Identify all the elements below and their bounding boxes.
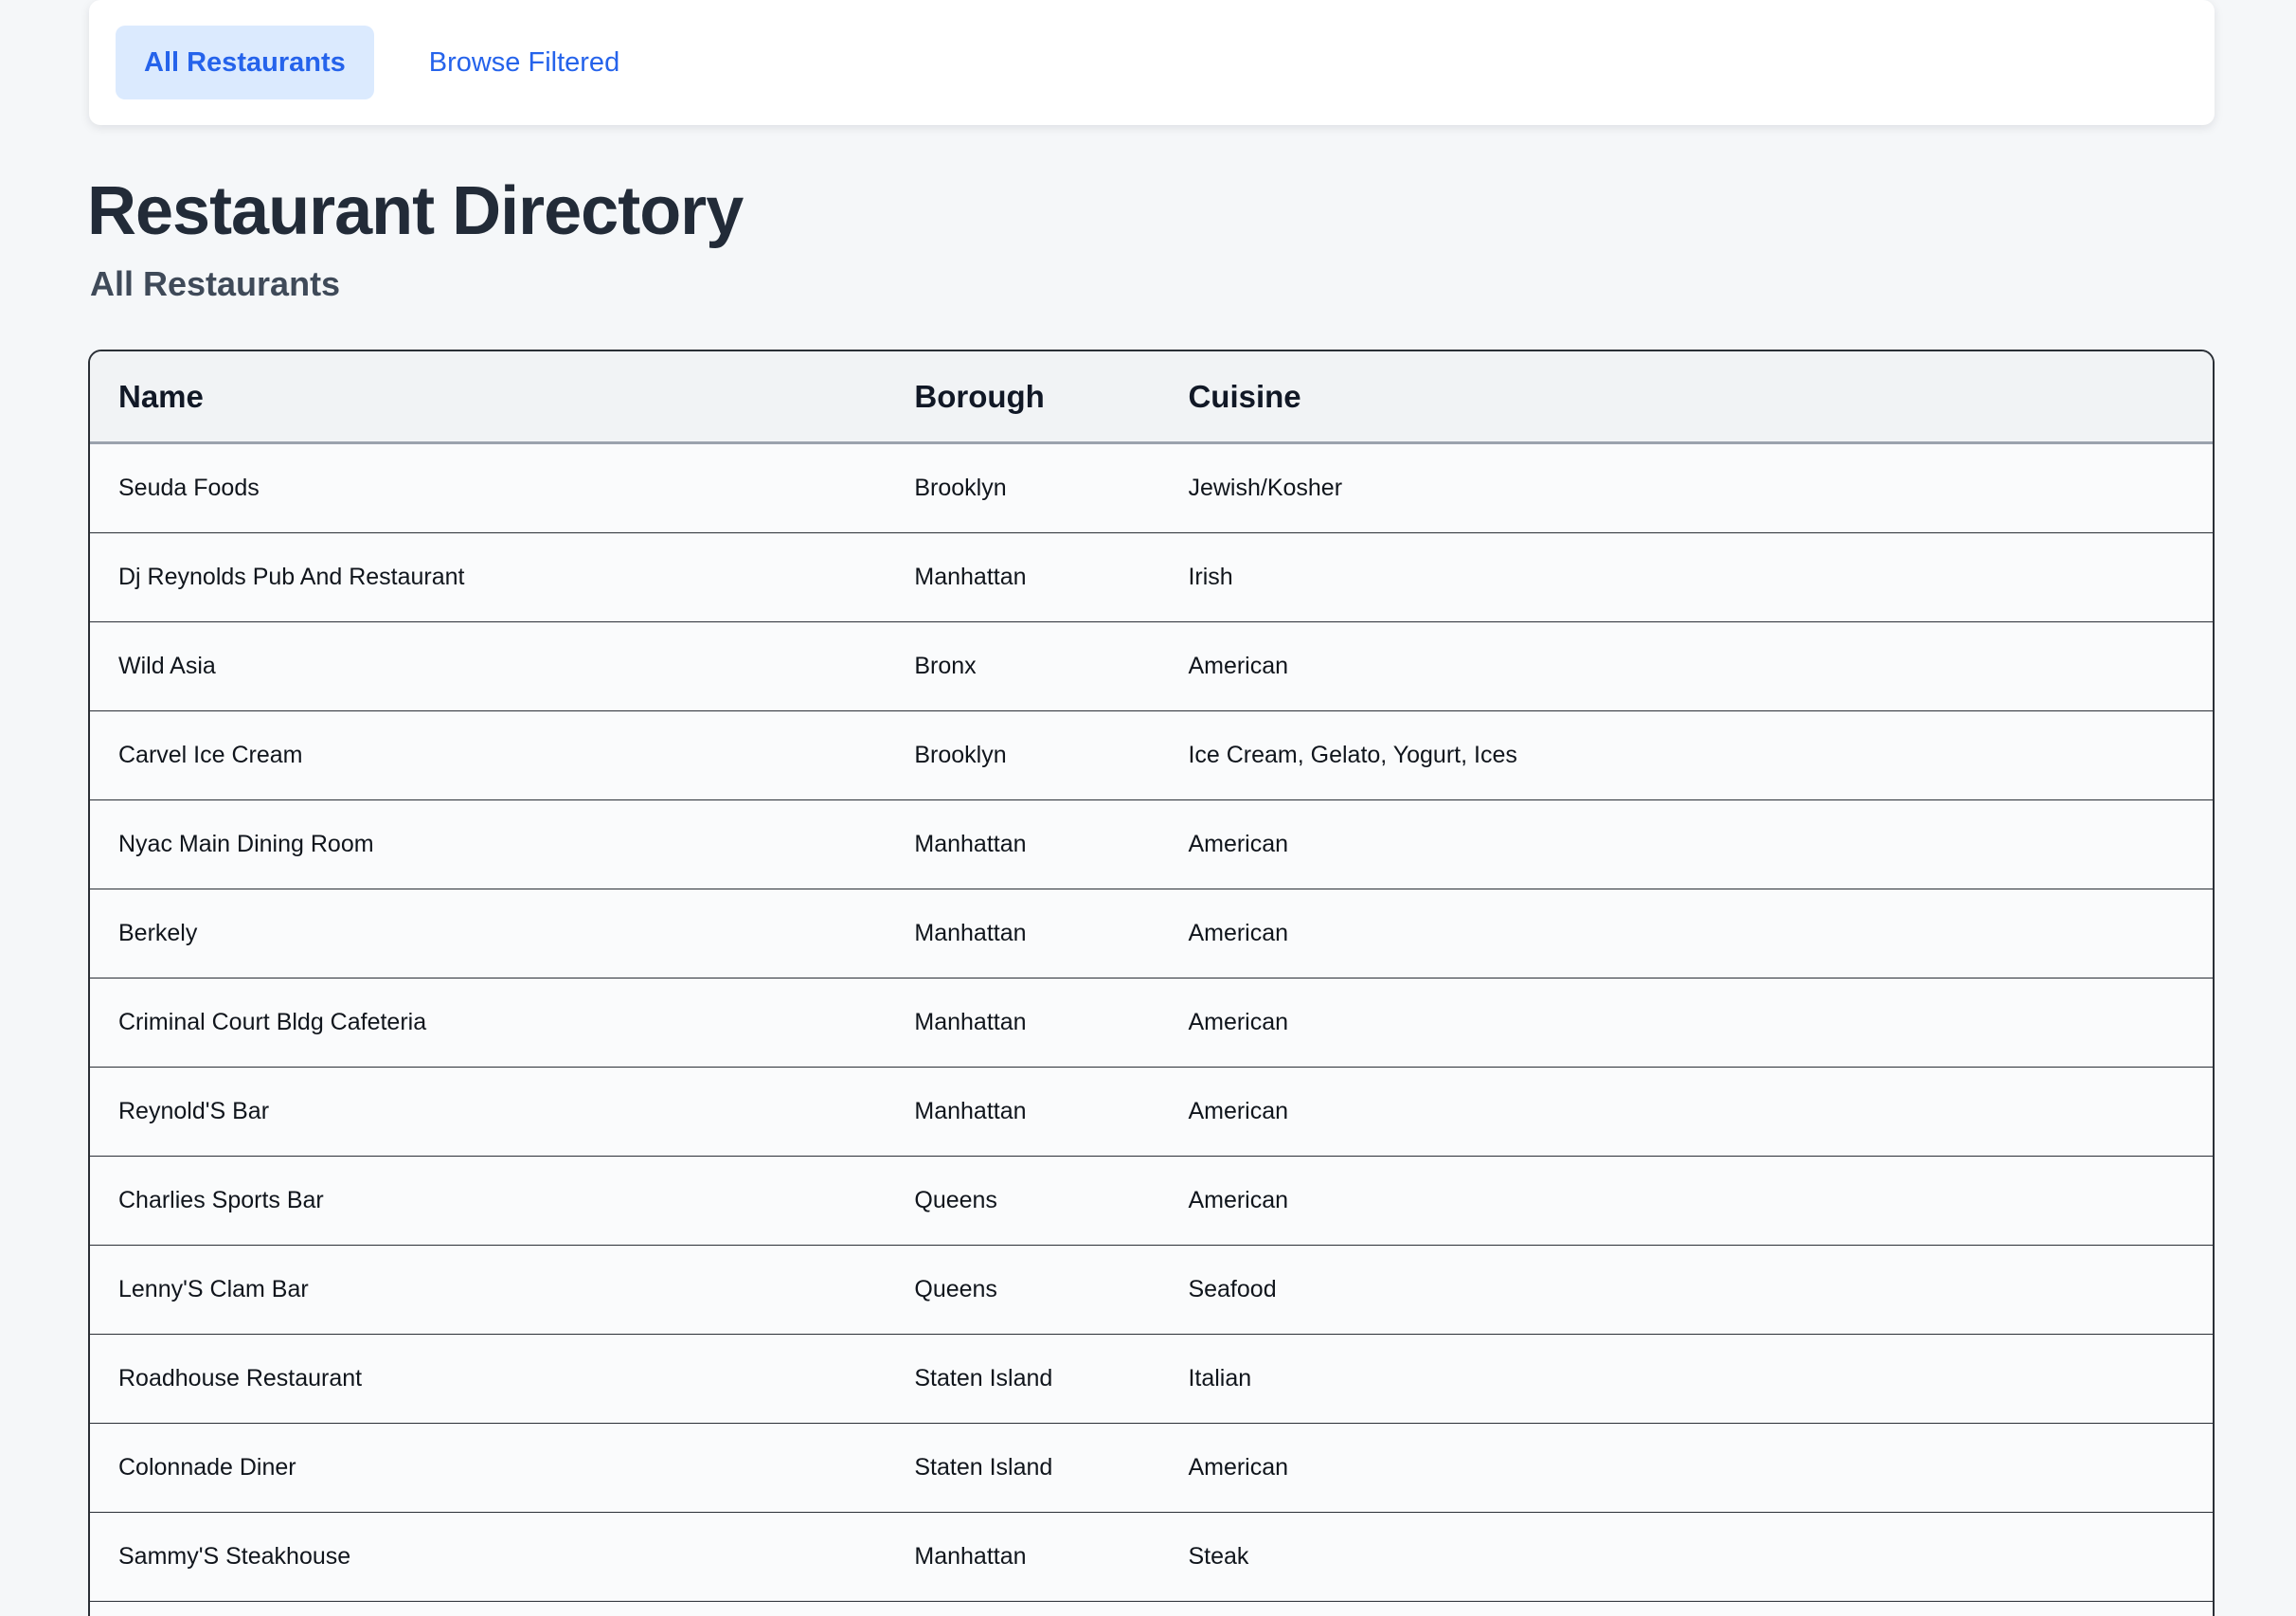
table-row: Carvel Ice Cream Brooklyn Ice Cream, Gel…: [90, 711, 2213, 800]
cell-name: Dj Reynolds Pub And Restaurant: [90, 533, 886, 622]
cell-cuisine: American: [1159, 889, 2213, 979]
cell-name: Colonnade Diner: [90, 1424, 886, 1513]
table-row: Criminal Court Bldg Cafeteria Manhattan …: [90, 979, 2213, 1068]
cell-borough: Brooklyn: [886, 711, 1159, 800]
page-title: Restaurant Directory: [87, 176, 743, 248]
cell-cuisine: [1159, 1602, 2213, 1616]
cell-name: Seuda Foods: [90, 443, 886, 533]
table-row: Sammy'S Steakhouse Manhattan Steak: [90, 1513, 2213, 1602]
cell-cuisine: Italian: [1159, 1335, 2213, 1424]
cell-borough: Staten Island: [886, 1335, 1159, 1424]
cell-borough: Manhattan: [886, 533, 1159, 622]
cell-borough: Brooklyn: [886, 443, 1159, 533]
cell-cuisine: American: [1159, 1424, 2213, 1513]
cell-borough: Bronx: [886, 622, 1159, 711]
cell-cuisine: Seafood: [1159, 1246, 2213, 1335]
cell-cuisine: American: [1159, 979, 2213, 1068]
top-tabs-bar: All Restaurants Browse Filtered: [89, 0, 2215, 125]
cell-name: Lenny'S Clam Bar: [90, 1246, 886, 1335]
tab-all-restaurants[interactable]: All Restaurants: [116, 26, 374, 99]
cell-borough: Staten Island: [886, 1424, 1159, 1513]
cell-borough: [886, 1602, 1159, 1616]
cell-borough: Manhattan: [886, 1068, 1159, 1157]
cell-borough: Manhattan: [886, 1513, 1159, 1602]
cell-cuisine: American: [1159, 622, 2213, 711]
cell-borough: Manhattan: [886, 800, 1159, 889]
cell-borough: Queens: [886, 1246, 1159, 1335]
column-header-borough: Borough: [886, 351, 1159, 443]
cell-cuisine: American: [1159, 1157, 2213, 1246]
cell-cuisine: Steak: [1159, 1513, 2213, 1602]
restaurants-table: Name Borough Cuisine Seuda Foods Brookly…: [88, 350, 2215, 1616]
table-row: Nyac Main Dining Room Manhattan American: [90, 800, 2213, 889]
cell-name: Criminal Court Bldg Cafeteria: [90, 979, 886, 1068]
cell-name: [90, 1602, 886, 1616]
cell-name: Sammy'S Steakhouse: [90, 1513, 886, 1602]
cell-borough: Manhattan: [886, 889, 1159, 979]
cell-name: Berkely: [90, 889, 886, 979]
tab-browse-filtered[interactable]: Browse Filtered: [429, 47, 619, 79]
table-row: Berkely Manhattan American: [90, 889, 2213, 979]
table-row: Roadhouse Restaurant Staten Island Itali…: [90, 1335, 2213, 1424]
cell-cuisine: Jewish/Kosher: [1159, 443, 2213, 533]
table-row: Colonnade Diner Staten Island American: [90, 1424, 2213, 1513]
table-row: Wild Asia Bronx American: [90, 622, 2213, 711]
table-row: Reynold'S Bar Manhattan American: [90, 1068, 2213, 1157]
table-row-partial: [90, 1602, 2213, 1616]
table-row: Lenny'S Clam Bar Queens Seafood: [90, 1246, 2213, 1335]
cell-name: Charlies Sports Bar: [90, 1157, 886, 1246]
page-subtitle: All Restaurants: [90, 265, 340, 303]
cell-name: Nyac Main Dining Room: [90, 800, 886, 889]
table-row: Dj Reynolds Pub And Restaurant Manhattan…: [90, 533, 2213, 622]
cell-name: Reynold'S Bar: [90, 1068, 886, 1157]
table-row: Seuda Foods Brooklyn Jewish/Kosher: [90, 443, 2213, 533]
cell-name: Roadhouse Restaurant: [90, 1335, 886, 1424]
page: All Restaurants Browse Filtered Restaura…: [0, 0, 2296, 1616]
cell-name: Wild Asia: [90, 622, 886, 711]
cell-cuisine: American: [1159, 1068, 2213, 1157]
column-header-cuisine: Cuisine: [1159, 351, 2213, 443]
cell-cuisine: Ice Cream, Gelato, Yogurt, Ices: [1159, 711, 2213, 800]
cell-cuisine: American: [1159, 800, 2213, 889]
cell-borough: Manhattan: [886, 979, 1159, 1068]
cell-cuisine: Irish: [1159, 533, 2213, 622]
cell-name: Carvel Ice Cream: [90, 711, 886, 800]
restaurants-table-grid: Name Borough Cuisine Seuda Foods Brookly…: [90, 351, 2213, 1616]
table-header-row: Name Borough Cuisine: [90, 351, 2213, 443]
column-header-name: Name: [90, 351, 886, 443]
cell-borough: Queens: [886, 1157, 1159, 1246]
table-row: Charlies Sports Bar Queens American: [90, 1157, 2213, 1246]
